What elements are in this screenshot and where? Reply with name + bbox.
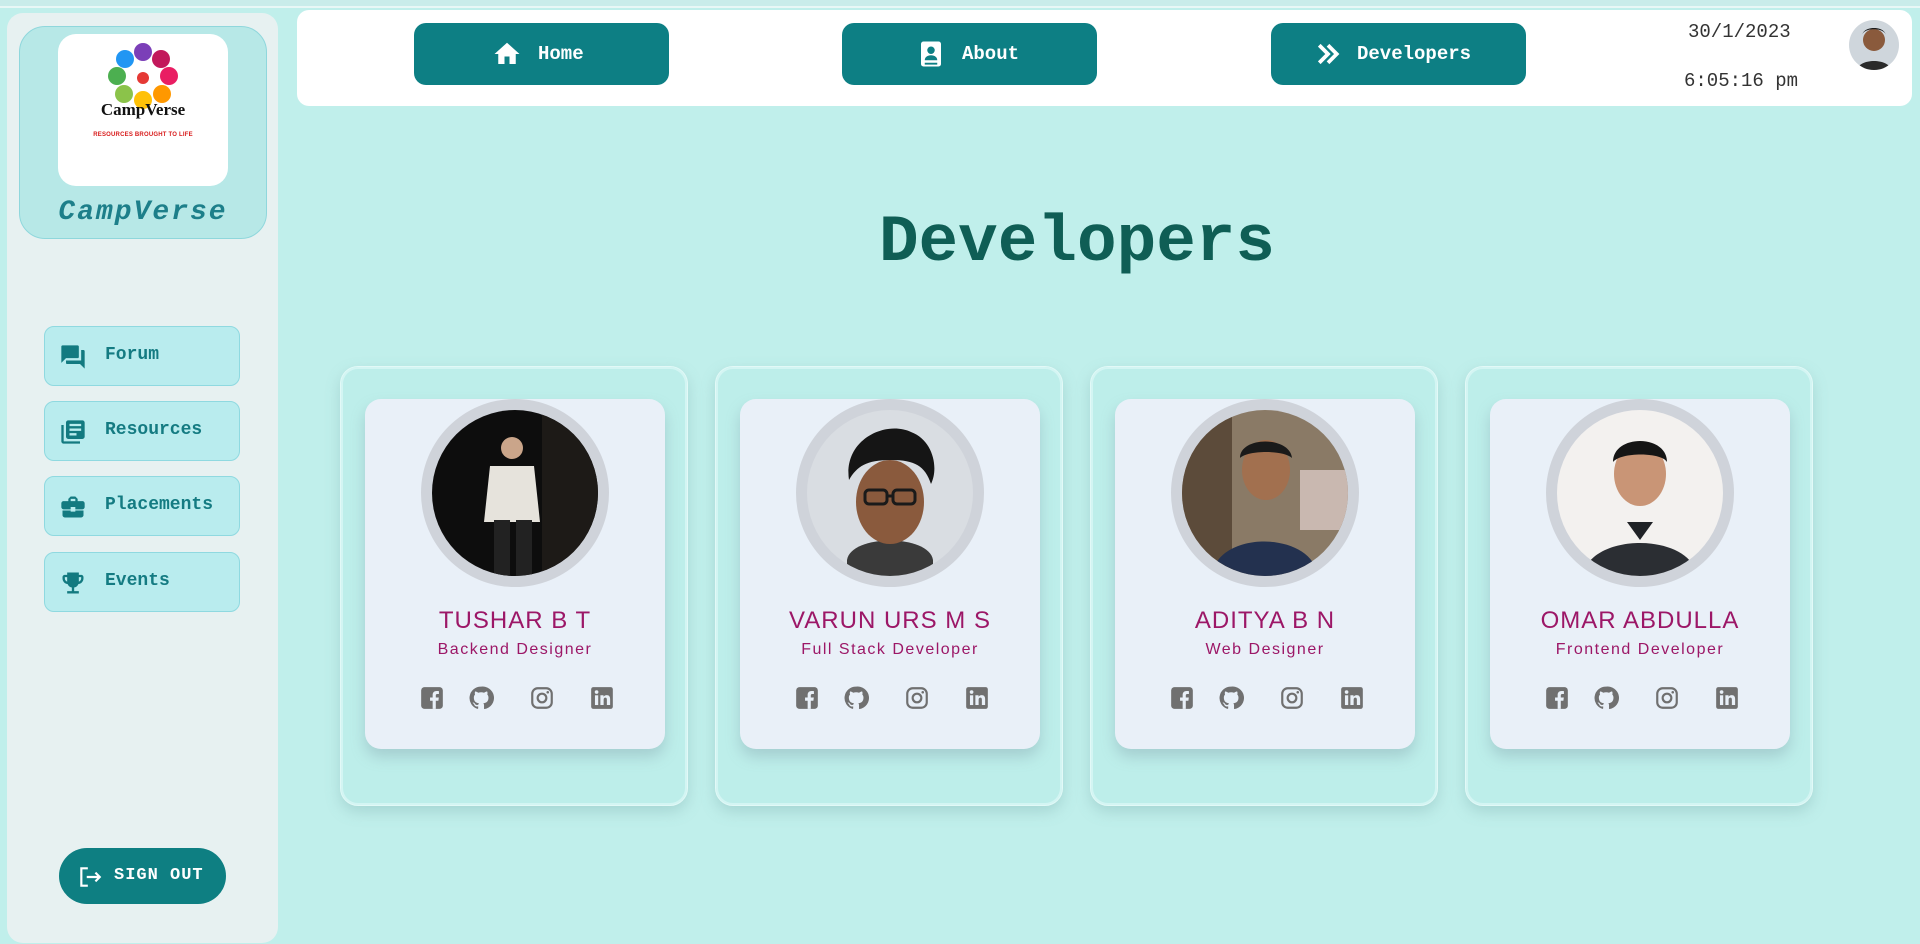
linkedin-icon[interactable] <box>964 685 990 711</box>
logo-tagline: RESOURCES BROUGHT TO LIFE <box>93 132 193 138</box>
developer-role: Web Designer <box>1205 641 1325 658</box>
nav-about-label: About <box>962 43 1020 65</box>
developer-card-body: OMAR ABDULLA Frontend Developer <box>1490 399 1790 749</box>
top-navbar: Home About Developers 30/1/2023 6:05:16 … <box>297 10 1912 106</box>
developer-name: ADITYA B N <box>1194 607 1336 634</box>
user-avatar-photo <box>1849 20 1899 70</box>
brand-box: CampVerse RESOURCES BROUGHT TO LIFE Camp… <box>19 26 267 239</box>
developer-card: ADITYA B N Web Designer <box>1090 366 1438 806</box>
developer-card: OMAR ABDULLA Frontend Developer <box>1465 366 1813 806</box>
developer-card-body: TUSHAR B T Backend Designer <box>365 399 665 749</box>
instagram-icon[interactable] <box>904 685 930 711</box>
developer-card: TUSHAR B T Backend Designer <box>340 366 688 806</box>
linkedin-icon[interactable] <box>1714 685 1740 711</box>
library-books-icon <box>61 420 85 444</box>
sign-out-button[interactable]: SIGN OUT <box>59 848 226 904</box>
github-icon[interactable] <box>843 685 869 711</box>
sidebar-item-placements[interactable]: Placements <box>44 476 240 536</box>
github-icon[interactable] <box>468 685 494 711</box>
nav-home-label: Home <box>538 43 584 65</box>
developer-photo-frame <box>421 399 609 587</box>
nav-about-button[interactable]: About <box>842 23 1097 85</box>
developer-photo-frame <box>1546 399 1734 587</box>
linkedin-icon[interactable] <box>589 685 615 711</box>
developer-role: Frontend Developer <box>1555 641 1725 658</box>
brand-name: CampVerse <box>58 197 228 228</box>
sidebar-item-label: Placements <box>105 495 214 515</box>
developer-role: Full Stack Developer <box>801 641 979 658</box>
social-links <box>1169 685 1369 713</box>
nav-developers-label: Developers <box>1357 43 1472 65</box>
facebook-icon[interactable] <box>794 685 820 711</box>
social-links <box>1544 685 1744 713</box>
home-icon <box>494 42 520 64</box>
linkedin-icon[interactable] <box>1339 685 1365 711</box>
sidebar-item-resources[interactable]: Resources <box>44 401 240 461</box>
page-title: Developers <box>878 205 1276 280</box>
nav-home-button[interactable]: Home <box>414 23 669 85</box>
trophy-icon <box>62 572 84 594</box>
forum-icon <box>61 345 85 369</box>
developer-name: TUSHAR B T <box>438 607 592 634</box>
sidebar-item-label: Forum <box>105 345 160 365</box>
briefcase-icon <box>61 496 85 518</box>
facebook-icon[interactable] <box>419 685 445 711</box>
current-date: 30/1/2023 <box>1688 21 1791 43</box>
sidebar-item-forum[interactable]: Forum <box>44 326 240 386</box>
facebook-icon[interactable] <box>1544 685 1570 711</box>
developer-photo <box>432 410 598 576</box>
instagram-icon[interactable] <box>1654 685 1680 711</box>
instagram-icon[interactable] <box>529 685 555 711</box>
facebook-icon[interactable] <box>1169 685 1195 711</box>
github-icon[interactable] <box>1218 685 1244 711</box>
sidebar-item-label: Resources <box>105 420 203 440</box>
social-links <box>419 685 619 713</box>
developer-role: Backend Designer <box>437 641 593 658</box>
developer-photo <box>1182 410 1348 576</box>
logo-wordmark: CampVerse <box>100 100 186 119</box>
developer-card-body: VARUN URS M S Full Stack Developer <box>740 399 1040 749</box>
social-links <box>794 685 994 713</box>
developer-name: OMAR ABDULLA <box>1540 607 1740 634</box>
sidebar-item-label: Events <box>105 571 170 591</box>
developer-card-body: ADITYA B N Web Designer <box>1115 399 1415 749</box>
sidebar-item-events[interactable]: Events <box>44 552 240 612</box>
double-chevron-right-icon <box>1317 43 1340 65</box>
developer-photo <box>1557 410 1723 576</box>
contact-card-icon <box>921 41 941 67</box>
nav-developers-button[interactable]: Developers <box>1271 23 1526 85</box>
sign-out-label: SIGN OUT <box>114 866 204 885</box>
window-top-edge <box>0 0 1920 8</box>
developer-name: VARUN URS M S <box>789 607 991 634</box>
developer-photo-frame <box>1171 399 1359 587</box>
sign-out-icon <box>80 867 102 887</box>
developer-card: VARUN URS M S Full Stack Developer <box>715 366 1063 806</box>
github-icon[interactable] <box>1593 685 1619 711</box>
campverse-logo[interactable]: CampVerse RESOURCES BROUGHT TO LIFE <box>58 34 228 186</box>
current-time: 6:05:16 pm <box>1684 70 1799 92</box>
developer-photo-frame <box>796 399 984 587</box>
sidebar: CampVerse RESOURCES BROUGHT TO LIFE Camp… <box>7 13 278 943</box>
developer-photo <box>807 410 973 576</box>
instagram-icon[interactable] <box>1279 685 1305 711</box>
user-avatar[interactable] <box>1849 20 1899 70</box>
